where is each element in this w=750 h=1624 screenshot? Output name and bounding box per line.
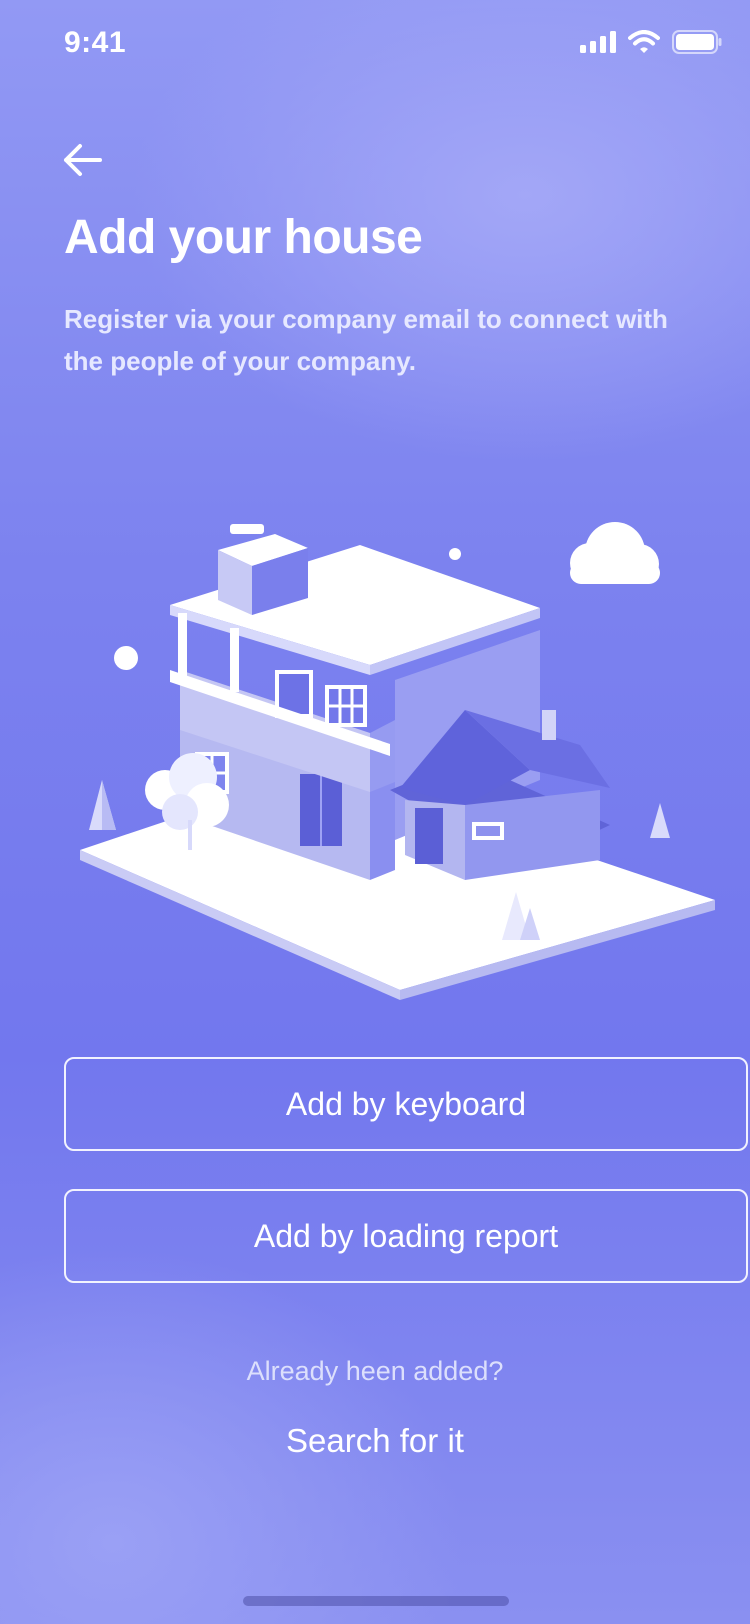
page-title: Add your house [64,211,423,264]
already-added-prompt: Already heen added? [246,1356,504,1386]
status-time: 9:41 [64,26,127,59]
add-by-keyboard-button[interactable]: Add by keyboard [64,1057,748,1151]
wifi-icon [628,30,660,53]
home-indicator [243,1596,509,1606]
status-bar: 9:41 [0,0,750,90]
add-by-loading-report-button[interactable]: Add by loading report [64,1189,748,1283]
search-for-it-link[interactable]: Search for it [0,1422,750,1460]
signal-bars-icon [580,31,616,53]
page-subtitle: Register via your company email to conne… [64,304,668,376]
house-illustration [80,522,715,1000]
battery-icon [672,30,722,54]
status-icons [580,30,722,54]
back-arrow-icon[interactable] [60,140,104,180]
